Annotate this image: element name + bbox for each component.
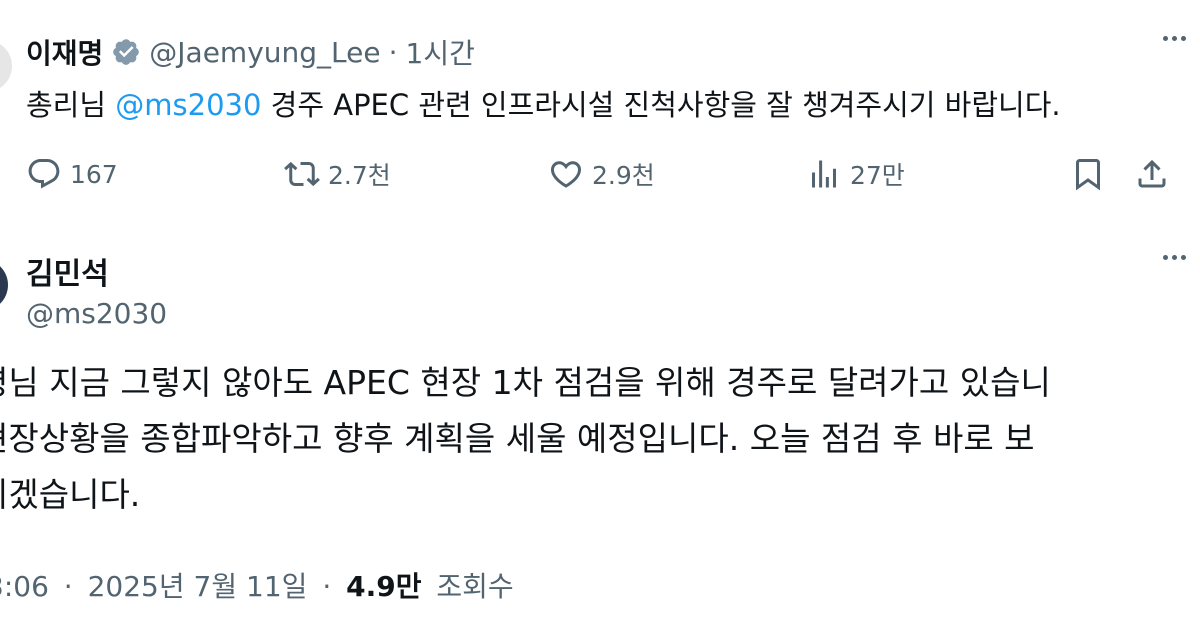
more-icon[interactable] — [1163, 255, 1186, 260]
author-handle[interactable]: @Jaemyung_Lee — [149, 36, 380, 69]
tweet-text-line: 령님 지금 그렇지 않아도 APEC 현장 1차 점검을 위해 경주로 달려가고… — [0, 363, 1051, 402]
view-count: 4.9만 — [346, 570, 422, 603]
like-icon — [550, 161, 582, 188]
retweet-button[interactable]: 2.7천 — [284, 152, 391, 196]
action-bar: 167 2.7천 2.9천 27만 — [26, 152, 1176, 196]
author-name[interactable]: 이재명 — [26, 32, 103, 72]
view-count: 27만 — [850, 161, 905, 190]
tweet-text: 총리님 @ms2030 경주 APEC 관련 인프라시설 진척사항을 잘 챙겨주… — [26, 82, 1061, 124]
like-count: 2.9천 — [592, 161, 655, 190]
verified-badge-icon — [113, 39, 140, 65]
tweet-header: 이재명 @Jaemyung_Lee · 1시간 — [26, 32, 475, 72]
tweet-text: 령님 지금 그렇지 않아도 APEC 현장 1차 점검을 위해 경주로 달려가고… — [0, 355, 1198, 523]
reply-button[interactable]: 167 — [26, 152, 118, 196]
share-icon — [1138, 159, 1166, 188]
bookmark-icon — [1076, 159, 1100, 191]
like-button[interactable]: 2.9천 — [548, 152, 655, 196]
reply-icon — [28, 159, 60, 189]
tweet-text-before: 총리님 — [26, 88, 116, 122]
more-icon[interactable] — [1163, 36, 1186, 41]
tweet-reply[interactable]: 이재명 @Jaemyung_Lee · 1시간 총리님 @ms2030 경주 A… — [0, 0, 1200, 215]
mention-link[interactable]: @ms2030 — [115, 88, 261, 122]
tweet-text-line: 리겠습니다. — [0, 475, 141, 514]
separator-dot: · — [63, 570, 73, 603]
separator-dot: · — [388, 35, 398, 69]
post-date[interactable]: 2025년 7월 11일 — [88, 570, 308, 603]
avatar[interactable] — [0, 40, 12, 92]
tweet-main: 김민석 @ms2030 령님 지금 그렇지 않아도 APEC 현장 1차 점검을… — [0, 215, 1200, 630]
views-button[interactable]: 27만 — [806, 152, 905, 196]
views-icon — [812, 160, 836, 188]
tweet-text-line: 현장상황을 종합파악하고 향후 계획을 세울 예정입니다. 오늘 점검 후 바로… — [0, 419, 1035, 458]
share-button[interactable] — [1134, 152, 1178, 196]
bookmark-button[interactable] — [1070, 152, 1114, 196]
author-name[interactable]: 김민석 — [26, 249, 109, 293]
reply-count: 167 — [70, 159, 118, 189]
tweet-footer: 3:06 · 2025년 7월 11일 · 4.9만 조회수 — [0, 565, 514, 605]
post-time[interactable]: 3:06 — [0, 570, 49, 603]
avatar[interactable] — [0, 259, 8, 311]
retweet-count: 2.7천 — [328, 161, 391, 190]
view-label: 조회수 — [436, 570, 514, 603]
author-handle[interactable]: @ms2030 — [26, 297, 167, 330]
separator-dot: · — [322, 570, 332, 603]
timestamp[interactable]: 1시간 — [406, 32, 475, 72]
retweet-icon — [284, 161, 320, 187]
tweet-text-after: 경주 APEC 관련 인프라시설 진척사항을 잘 챙겨주시기 바랍니다. — [261, 88, 1061, 122]
